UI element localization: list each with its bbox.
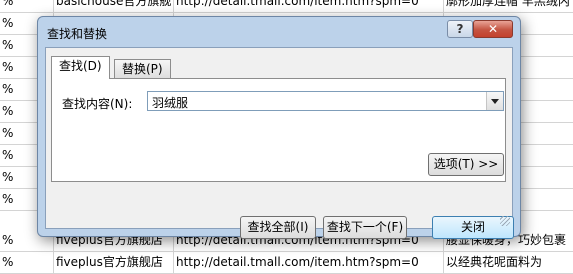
table-cell[interactable]: fiveplus官方旗舰店 <box>54 251 174 273</box>
tab-replace[interactable]: 替换(P) <box>114 59 171 79</box>
dialog-title: 查找和替换 <box>47 27 108 41</box>
resize-grip-icon[interactable] <box>500 216 510 226</box>
close-window-button[interactable]: ✕ <box>473 20 513 38</box>
options-button[interactable]: 选项(T) >> <box>428 153 504 176</box>
dialog-client-area: 查找(D) 替换(P) 查找内容(N): 羽绒服 选项(T) >> 查找全部(I… <box>45 47 514 239</box>
table-cell[interactable]: % <box>0 251 54 273</box>
table-cell[interactable]: % <box>0 0 54 12</box>
find-what-label: 查找内容(N): <box>62 97 133 111</box>
table-cell[interactable]: 廓形加厚连帽 羊羔绒内 <box>444 0 573 12</box>
find-what-input[interactable]: 羽绒服 <box>152 94 188 111</box>
find-panel: 查找内容(N): 羽绒服 选项(T) >> <box>51 78 506 182</box>
table-cell[interactable]: http://detail.tmall.com/item.htm?spm=0 <box>174 0 444 12</box>
find-replace-dialog: 查找和替换 ? ✕ 查找(D) 替换(P) 查找内容(N): 羽绒服 选项(T)… <box>37 16 521 239</box>
help-button[interactable]: ? <box>447 20 473 38</box>
find-what-combobox[interactable]: 羽绒服 <box>147 91 504 111</box>
chevron-down-icon[interactable] <box>486 92 503 110</box>
table-row: % fiveplus官方旗舰店 http://detail.tmall.com/it… <box>0 251 573 274</box>
dialog-titlebar[interactable]: 查找和替换 ? ✕ <box>38 17 520 47</box>
table-cell[interactable]: 以经典花呢面料为 <box>444 251 573 273</box>
close-icon: ✕ <box>487 22 499 36</box>
table-cell[interactable]: basichouse官方旗舰 <box>54 0 174 12</box>
tab-find[interactable]: 查找(D) <box>51 56 110 79</box>
find-next-button[interactable]: 查找下一个(F) <box>323 216 407 239</box>
table-cell[interactable]: http://detail.tmall.com/item.htm?spm=0 <box>174 251 444 273</box>
find-all-button[interactable]: 查找全部(I) <box>240 216 316 239</box>
